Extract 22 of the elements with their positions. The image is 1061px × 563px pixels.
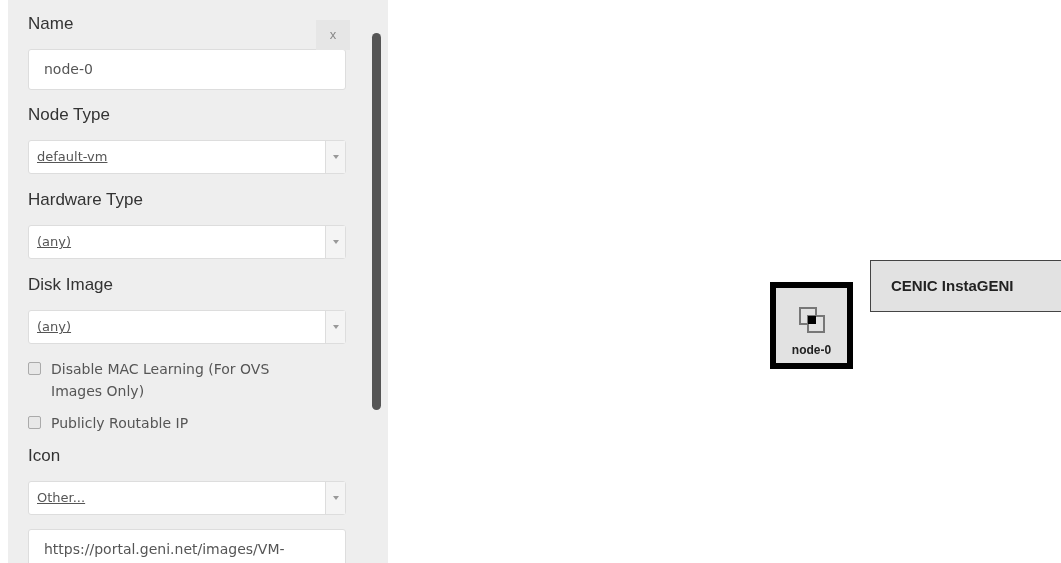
node-label: node-0 (791, 342, 832, 359)
text-field[interactable]: https://portal.geni.net/images/VM- (28, 529, 346, 563)
select-field[interactable]: (any) (28, 310, 346, 344)
dropdown-arrow-icon (332, 325, 339, 329)
node-icon (798, 307, 825, 333)
checkbox-label: Publicly Routable IP (51, 414, 189, 433)
field-label: Disk Image (28, 274, 114, 296)
field-label: Hardware Type (28, 189, 143, 211)
select-field[interactable]: default-vm (28, 140, 346, 174)
dropdown-arrow-icon (332, 155, 339, 159)
field-label: Icon (28, 445, 61, 467)
field-label: Name (28, 13, 74, 35)
text-field[interactable]: node-0 (28, 49, 346, 90)
field-label: Node Type (28, 104, 110, 126)
dropdown-arrow-icon (332, 240, 339, 244)
select-field[interactable]: (any) (28, 225, 346, 259)
site-label: CENIC InstaGENI (891, 275, 1014, 296)
checkbox-label: Disable MAC Learning (For OVS Images Only) (51, 360, 271, 401)
checkbox[interactable] (28, 362, 41, 375)
checkbox[interactable] (28, 416, 41, 429)
select-field[interactable]: Other... (28, 481, 346, 515)
dropdown-arrow-icon (332, 496, 339, 500)
